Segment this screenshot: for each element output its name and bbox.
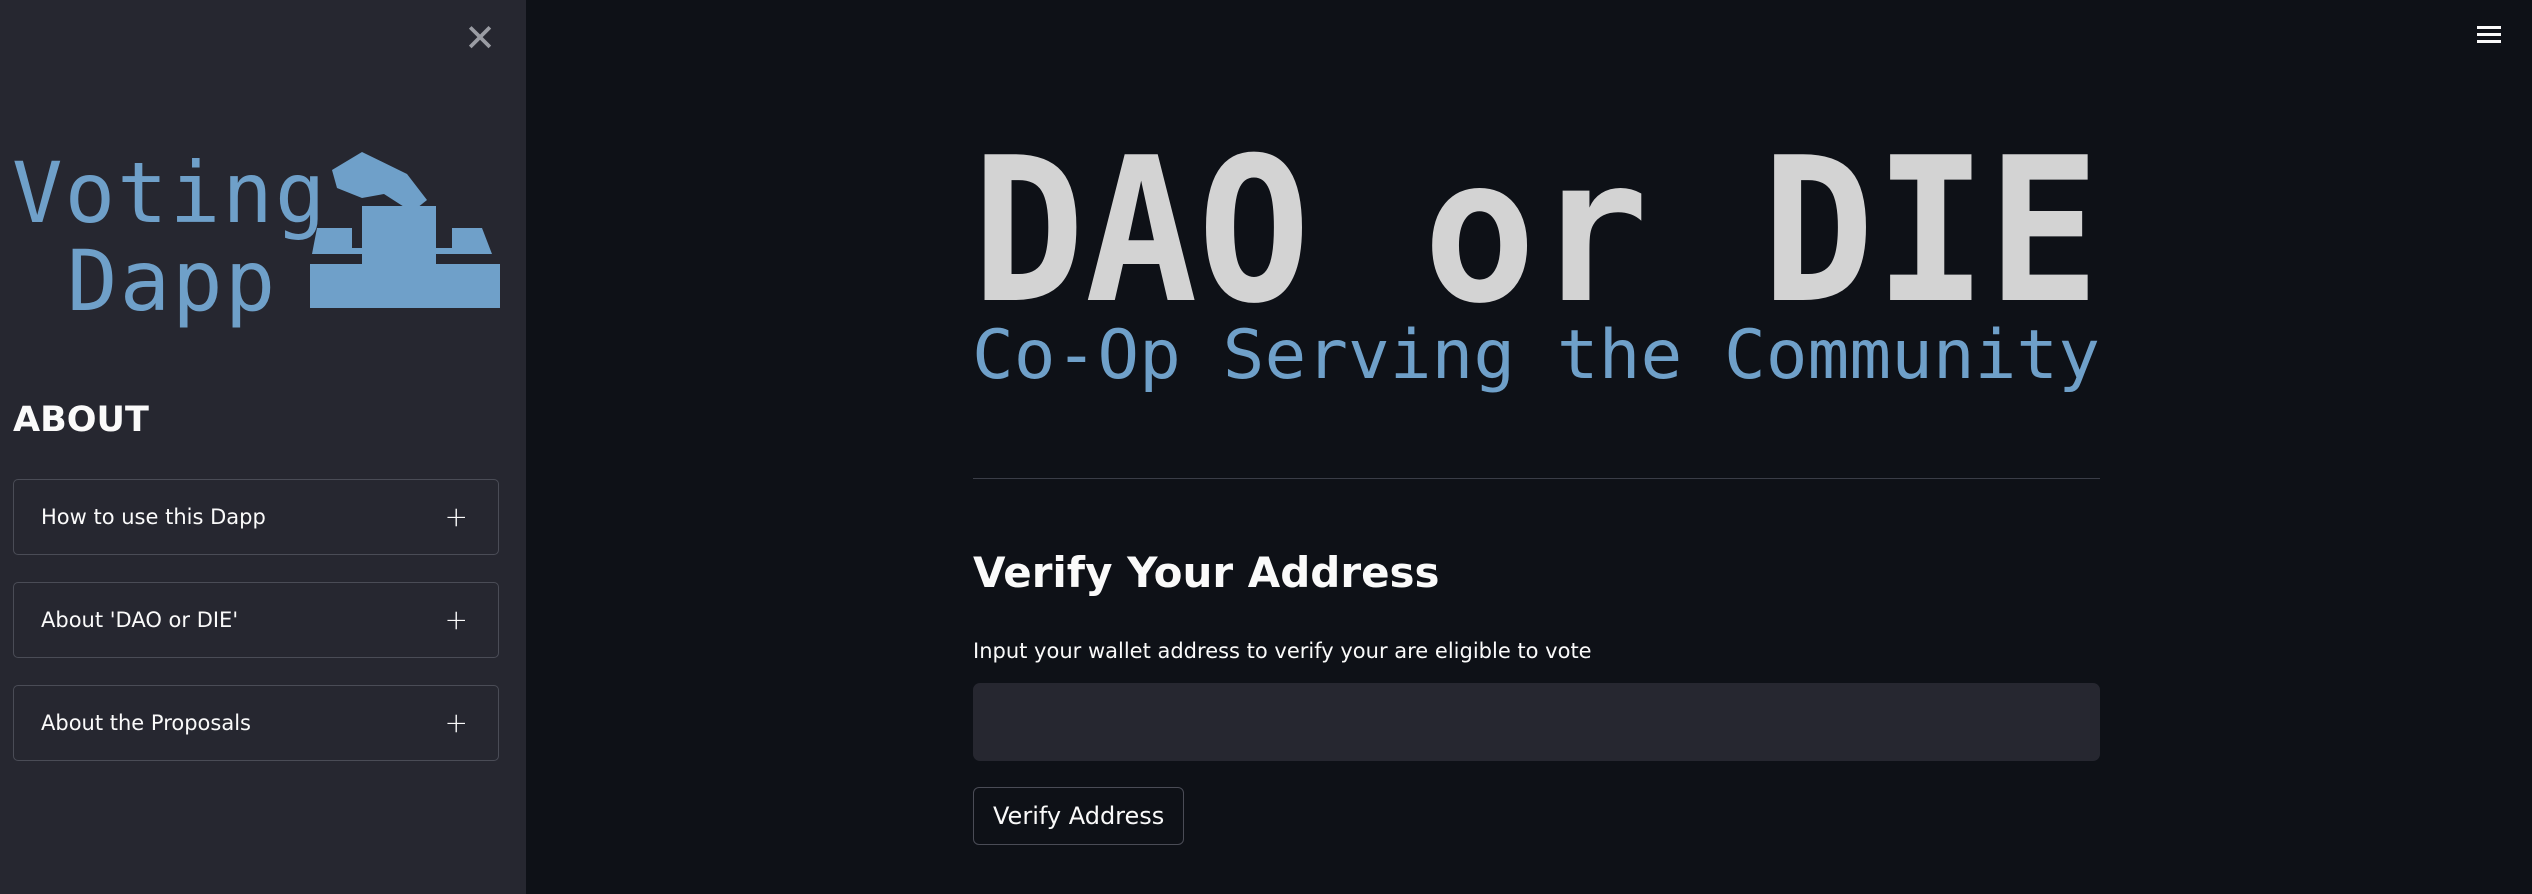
verify-title: Verify Your Address xyxy=(973,548,1440,597)
logo-line-1: Voting xyxy=(12,150,327,242)
banner-subtitle: Co-Op Serving the Community xyxy=(972,316,2100,395)
ballot-box-icon xyxy=(310,152,500,308)
hamburger-menu-icon[interactable] xyxy=(2474,22,2504,52)
expander-how-to-use[interactable]: How to use this Dapp + xyxy=(13,479,499,555)
plus-icon: + xyxy=(444,706,468,739)
expander-about-dao-or-die[interactable]: About 'DAO or DIE' + xyxy=(13,582,499,658)
close-icon[interactable]: ✕ xyxy=(462,19,498,57)
expander-about-proposals[interactable]: About the Proposals + xyxy=(13,685,499,761)
plus-icon: + xyxy=(444,603,468,636)
sidebar: ✕ Voting Dapp ABOUT How to use this Dapp… xyxy=(0,0,526,894)
expander-label: About the Proposals xyxy=(41,711,251,735)
app: ✕ Voting Dapp ABOUT How to use this Dapp… xyxy=(0,0,2532,894)
plus-icon: + xyxy=(444,500,468,533)
divider xyxy=(973,478,2100,479)
logo-line-2: Dapp xyxy=(67,232,277,330)
about-heading: ABOUT xyxy=(13,400,149,440)
dao-or-die-banner: DAO or DIE Co-Op Serving the Community xyxy=(972,140,2100,395)
voting-dapp-logo: Voting Dapp xyxy=(12,150,500,330)
expander-label: About 'DAO or DIE' xyxy=(41,608,239,632)
verify-address-button[interactable]: Verify Address xyxy=(973,787,1185,845)
expander-label: How to use this Dapp xyxy=(41,505,266,529)
wallet-address-input[interactable] xyxy=(973,683,2100,761)
wallet-input-label: Input your wallet address to verify your… xyxy=(973,639,1592,663)
